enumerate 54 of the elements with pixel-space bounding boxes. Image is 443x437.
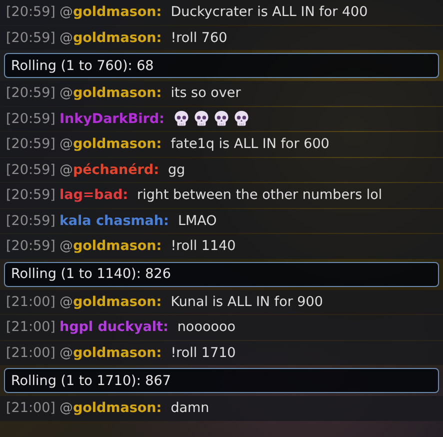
roll-result: Rolling (1 to 1140): 826 xyxy=(4,262,439,286)
mention-sign: @ xyxy=(59,294,73,310)
timestamp: [21:00] xyxy=(6,319,56,336)
mention-sign: @ xyxy=(59,344,73,361)
timestamp: [21:00] xyxy=(6,344,56,361)
message-text: damn xyxy=(170,400,210,416)
username: goldmason: xyxy=(72,400,162,416)
timestamp: [20:59] xyxy=(6,110,56,127)
username: goldmason: xyxy=(72,4,162,20)
username: hgpl duckyalt: xyxy=(59,319,168,336)
message-text: noooooo xyxy=(177,319,236,336)
skull-icon xyxy=(233,110,250,128)
message-text: !roll 760 xyxy=(170,30,228,46)
username: goldmason: xyxy=(72,30,162,46)
skull-icon xyxy=(193,110,210,128)
timestamp: [20:59] xyxy=(6,30,56,46)
mention-sign: @ xyxy=(59,30,73,46)
roll-result: Rolling (1 to 760): 68 xyxy=(4,53,439,78)
message-text: right between the other numbers lol xyxy=(137,187,382,204)
timestamp: [20:59] xyxy=(6,212,56,229)
message-text: !roll 1140 xyxy=(170,238,236,254)
skull-icon xyxy=(213,110,230,128)
message-text: gg xyxy=(168,162,186,178)
timestamp: [21:00] xyxy=(6,294,56,310)
username: goldmason: xyxy=(72,238,162,254)
skull-icon xyxy=(173,110,190,128)
username: goldmason: xyxy=(72,136,162,152)
mention-sign: @ xyxy=(59,136,73,152)
username: goldmason: xyxy=(72,294,162,310)
username: goldmason: xyxy=(72,344,162,361)
mention-sign: @ xyxy=(59,85,73,102)
timestamp: [20:59] xyxy=(6,4,56,20)
timestamp: [21:00] xyxy=(6,400,56,416)
message-text: !roll 1710 xyxy=(170,344,236,361)
username: goldmason: xyxy=(72,85,162,102)
timestamp: [20:59] xyxy=(6,162,56,178)
message-text: fate1q is ALL IN for 600 xyxy=(170,136,330,152)
username: kala chasmah: xyxy=(59,212,169,229)
message-text: Duckycrater is ALL IN for 400 xyxy=(170,4,368,20)
message-text: LMAO xyxy=(178,212,217,229)
message-text: its so over xyxy=(170,85,241,102)
mention-sign: @ xyxy=(59,400,73,416)
roll-result: Rolling (1 to 1710): 867 xyxy=(4,368,439,393)
username: InkyDarkBird: xyxy=(59,110,164,127)
timestamp: [20:59] xyxy=(6,85,56,102)
mention-sign: @ xyxy=(59,4,73,20)
timestamp: [20:59] xyxy=(6,238,56,254)
timestamp: [20:59] xyxy=(6,136,56,152)
message-text: Kunal is ALL IN for 900 xyxy=(170,294,323,310)
mention-sign: @ xyxy=(59,238,73,254)
username: péchanérd: xyxy=(72,162,159,178)
username: lag=bad: xyxy=(59,187,128,204)
mention-sign: @ xyxy=(59,162,73,178)
timestamp: [20:59] xyxy=(6,187,56,204)
